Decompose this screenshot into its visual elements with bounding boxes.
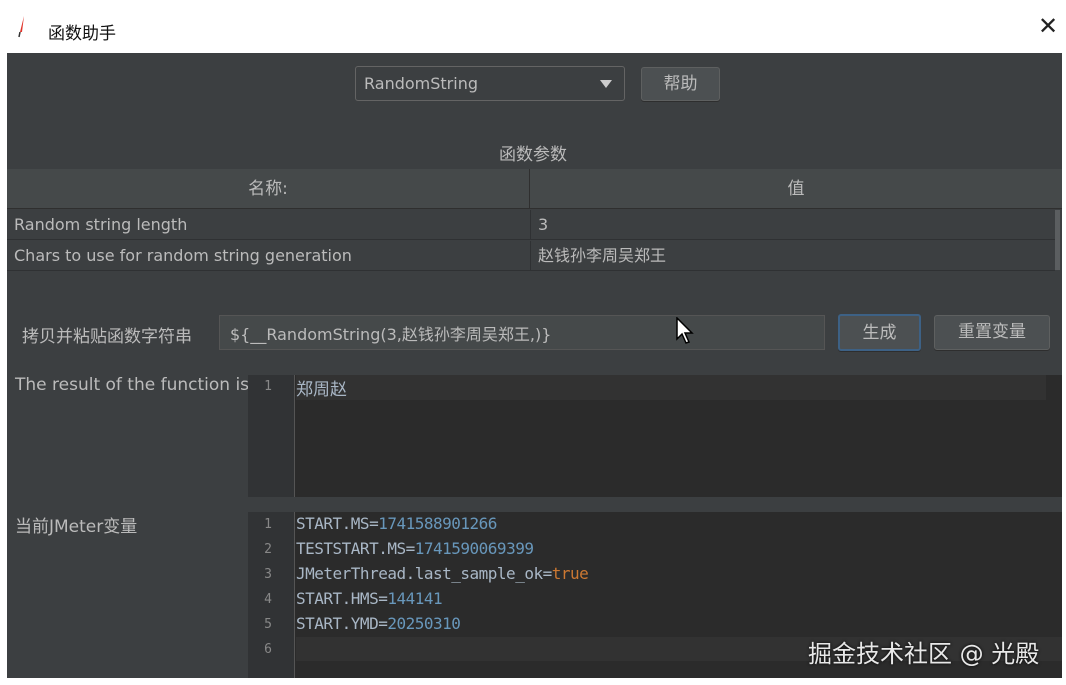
variable-line: START.YMD=20250310 (296, 614, 461, 633)
variable-key: START.MS= (296, 514, 379, 533)
params-title: 函数参数 (499, 145, 567, 165)
header-value: 值 (530, 169, 1062, 209)
variable-line: TESTSTART.MS=1741590069399 (296, 539, 534, 558)
variable-key: START.HMS= (296, 589, 388, 608)
line-number: 1 (264, 517, 272, 532)
function-select-value: RandomString (364, 74, 478, 93)
variable-key: JMeterThread.last_sample_ok= (296, 564, 552, 583)
line-number: 3 (264, 567, 272, 582)
header-name: 名称: (7, 169, 530, 209)
table-row[interactable]: Chars to use for random string generatio… (7, 241, 1055, 271)
variable-line: START.MS=1741588901266 (296, 514, 497, 533)
window-title: 函数助手 (48, 24, 116, 44)
line-number: 2 (264, 542, 272, 557)
variable-line: START.HMS=144141 (296, 589, 443, 608)
variable-value: 1741588901266 (378, 514, 497, 533)
line-number: 4 (264, 592, 272, 607)
variable-value: true (551, 564, 589, 583)
result-text: 郑周赵 (296, 380, 347, 400)
variable-value: 1741590069399 (414, 539, 534, 558)
result-label: The result of the function is (15, 375, 250, 395)
title-bar (0, 0, 1066, 53)
line-number: 6 (264, 642, 272, 657)
variable-line: JMeterThread.last_sample_ok=true (296, 564, 589, 583)
generate-button[interactable]: 生成 (838, 314, 921, 351)
copy-label: 拷贝并粘贴函数字符串 (22, 327, 192, 347)
reset-variables-button[interactable]: 重置变量 (934, 315, 1050, 350)
param-name: Chars to use for random string generatio… (14, 246, 352, 265)
variable-value: 20250310 (387, 614, 461, 633)
mouse-cursor-icon (676, 317, 694, 344)
table-scrollbar[interactable] (1055, 210, 1060, 270)
param-value[interactable]: 3 (530, 210, 548, 240)
param-name: Random string length (14, 215, 188, 234)
line-number: 1 (264, 379, 272, 394)
line-number: 5 (264, 617, 272, 632)
divider[interactable] (248, 498, 1062, 512)
variable-key: TESTSTART.MS= (296, 539, 415, 558)
function-select[interactable]: RandomString (355, 66, 625, 101)
result-editor[interactable]: 1 郑周赵 (248, 375, 1062, 497)
help-button[interactable]: 帮助 (641, 67, 720, 101)
watermark: 掘金技术社区 @ 光殿 (808, 640, 1040, 668)
variable-key: START.YMD= (296, 614, 388, 633)
function-string-input[interactable] (219, 315, 825, 350)
current-line-highlight (296, 375, 1046, 400)
vars-label: 当前JMeter变量 (15, 517, 138, 537)
feather-icon (18, 16, 24, 38)
table-row[interactable]: Random string length 3 (7, 210, 1055, 240)
param-value[interactable]: 赵钱孙李周吴郑王 (530, 241, 666, 271)
variable-value: 144141 (387, 589, 443, 608)
close-icon[interactable]: ✕ (1038, 14, 1058, 38)
chevron-down-icon (600, 80, 612, 88)
